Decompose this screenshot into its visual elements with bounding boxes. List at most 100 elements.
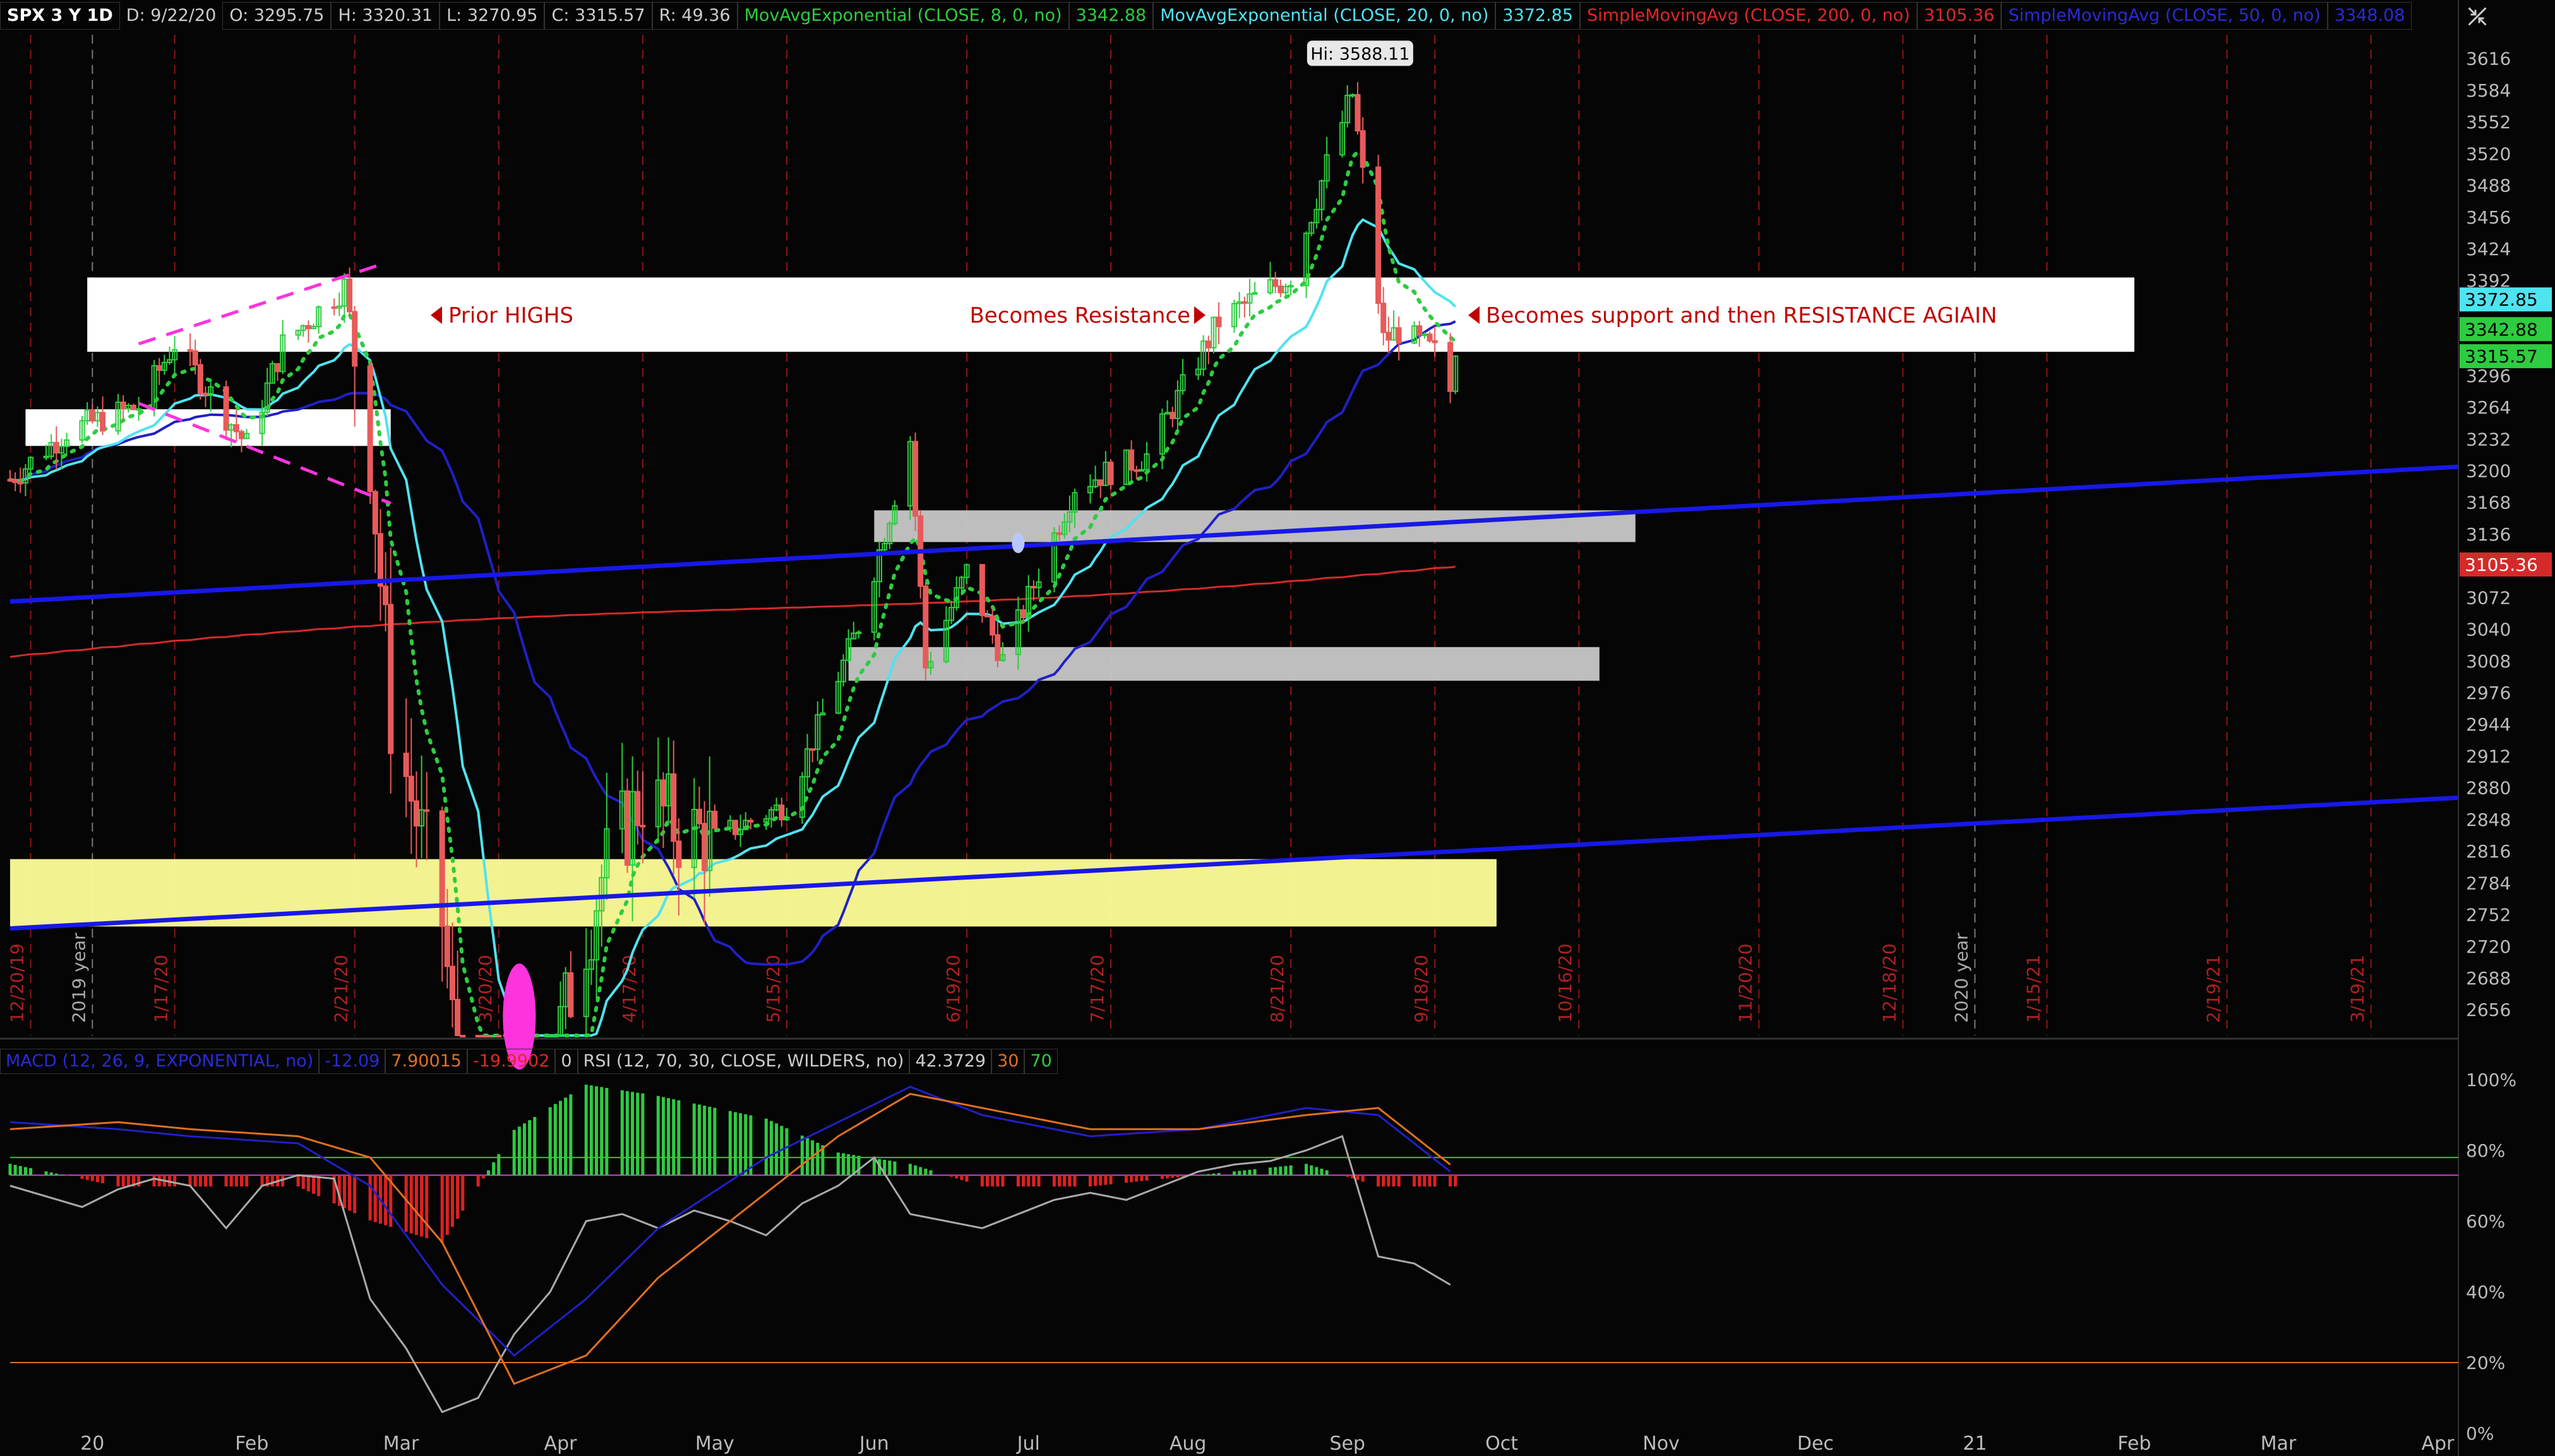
candle-body[interactable]	[984, 614, 991, 618]
symbol-label[interactable]: SPX 3 Y 1D	[0, 2, 120, 30]
candle-body[interactable]	[136, 408, 142, 411]
candle-body[interactable]	[352, 311, 358, 367]
candle-body[interactable]	[1288, 285, 1294, 288]
candle-body[interactable]	[408, 775, 414, 802]
candle-body[interactable]	[1272, 279, 1279, 287]
candle-body[interactable]	[1427, 333, 1433, 342]
candle-body[interactable]	[347, 278, 353, 313]
candle-body[interactable]	[7, 479, 13, 482]
candle-body[interactable]	[1128, 449, 1135, 471]
candle-body[interactable]	[990, 615, 996, 636]
candle-body[interactable]	[100, 412, 106, 432]
candle-body[interactable]	[424, 809, 430, 812]
rsi-study-label[interactable]: RSI (12, 70, 30, CLOSE, WILDERS, no)	[577, 1049, 910, 1074]
candle-body[interactable]	[331, 306, 337, 309]
candle-body[interactable]	[856, 631, 862, 635]
candle-body[interactable]	[89, 409, 95, 422]
candle-body[interactable]	[275, 363, 281, 373]
candle-body[interactable]	[367, 365, 373, 492]
candle-body[interactable]	[696, 809, 702, 825]
candle-body[interactable]	[810, 748, 816, 751]
candle-body[interactable]	[53, 441, 59, 454]
candle-body[interactable]	[1134, 469, 1140, 472]
candle-body[interactable]	[995, 634, 1001, 661]
candle-body[interactable]	[455, 998, 461, 1037]
candle-body[interactable]	[748, 820, 754, 823]
candle-body[interactable]	[305, 325, 311, 330]
candle-body[interactable]	[491, 1035, 497, 1037]
candle-body[interactable]	[547, 1035, 553, 1037]
candle-body[interactable]	[203, 392, 209, 396]
candle-body[interactable]	[712, 811, 718, 829]
sma50-study-label[interactable]: SimpleMovingAvg (CLOSE, 50, 0, no)	[2001, 2, 2328, 30]
candle-body[interactable]	[496, 1035, 502, 1037]
candle-body[interactable]	[660, 779, 666, 807]
collapse-icon[interactable]	[2466, 5, 2489, 28]
candle-body[interactable]	[1020, 609, 1027, 619]
candle-body[interactable]	[1432, 340, 1438, 343]
candle-body[interactable]	[377, 533, 383, 587]
candle-body[interactable]	[676, 840, 682, 868]
candle-body[interactable]	[1416, 325, 1423, 336]
candle-body[interactable]	[12, 479, 18, 484]
candle-body[interactable]	[1396, 327, 1402, 344]
candle-body[interactable]	[702, 823, 708, 871]
candle-body[interactable]	[1206, 340, 1212, 349]
candle-body[interactable]	[449, 965, 455, 1000]
candle-body[interactable]	[640, 825, 646, 828]
candle-body[interactable]	[635, 791, 641, 826]
macd-study-label[interactable]: MACD (12, 26, 9, EXPONENTIAL, no)	[0, 1049, 320, 1074]
ema8-study-label[interactable]: MovAvgExponential (CLOSE, 8, 0, no)	[737, 2, 1069, 30]
candle-body[interactable]	[568, 972, 574, 1017]
candle-body[interactable]	[460, 1035, 466, 1037]
candle-body[interactable]	[923, 585, 929, 669]
ema20-study-label[interactable]: MovAvgExponential (CLOSE, 20, 0, no)	[1153, 2, 1496, 30]
candle-body[interactable]	[17, 482, 23, 485]
candle-body[interactable]	[233, 424, 239, 433]
candle-body[interactable]	[1098, 479, 1104, 486]
candle-body[interactable]	[1170, 412, 1176, 419]
candle-body[interactable]	[1056, 532, 1063, 535]
candle-body[interactable]	[1447, 342, 1454, 392]
candle-body[interactable]	[413, 800, 419, 826]
candle-body[interactable]	[485, 1035, 491, 1037]
candle-body[interactable]	[1421, 333, 1428, 337]
sma200-study-label[interactable]: SimpleMovingAvg (CLOSE, 200, 0, no)	[1580, 2, 1917, 30]
candle-body[interactable]	[779, 804, 785, 821]
candle-body[interactable]	[444, 925, 450, 967]
candle-body[interactable]	[732, 820, 738, 835]
chart-canvas[interactable]: 12/20/19 2019 year 1/17/20 2/21/20 3/20/20 4/…	[0, 0, 2555, 1456]
candle-body[interactable]	[1380, 302, 1387, 333]
candle-body[interactable]	[1278, 285, 1284, 294]
candle-body[interactable]	[372, 491, 378, 535]
candle-body[interactable]	[912, 441, 919, 517]
candle-body[interactable]	[1349, 94, 1356, 97]
candle-body[interactable]	[475, 1035, 481, 1037]
candle-body[interactable]	[1385, 331, 1392, 341]
candle-body[interactable]	[403, 753, 409, 777]
candle-body[interactable]	[1375, 166, 1382, 304]
candle-body[interactable]	[197, 364, 203, 394]
candle-body[interactable]	[1108, 462, 1114, 486]
candle-body[interactable]	[43, 455, 49, 458]
candle-body[interactable]	[383, 585, 389, 606]
candle-body[interactable]	[624, 790, 630, 866]
candle-body[interactable]	[439, 810, 445, 927]
candle-body[interactable]	[552, 1035, 558, 1037]
candle-body[interactable]	[130, 405, 136, 410]
candle-body[interactable]	[388, 604, 394, 755]
candle-body[interactable]	[1360, 130, 1366, 168]
candle-body[interactable]	[1216, 316, 1222, 328]
candle-body[interactable]	[1355, 94, 1361, 132]
candle-body[interactable]	[156, 365, 162, 371]
candle-body[interactable]	[1031, 585, 1037, 588]
candle-body[interactable]	[120, 402, 126, 410]
candle-body[interactable]	[671, 773, 677, 842]
candle-body[interactable]	[187, 349, 193, 352]
candle-body[interactable]	[1242, 301, 1248, 304]
candle-body[interactable]	[979, 564, 985, 616]
candle-body[interactable]	[223, 386, 229, 431]
candle-body[interactable]	[192, 350, 198, 366]
candle-body[interactable]	[239, 431, 245, 439]
candle-body[interactable]	[480, 1035, 486, 1037]
